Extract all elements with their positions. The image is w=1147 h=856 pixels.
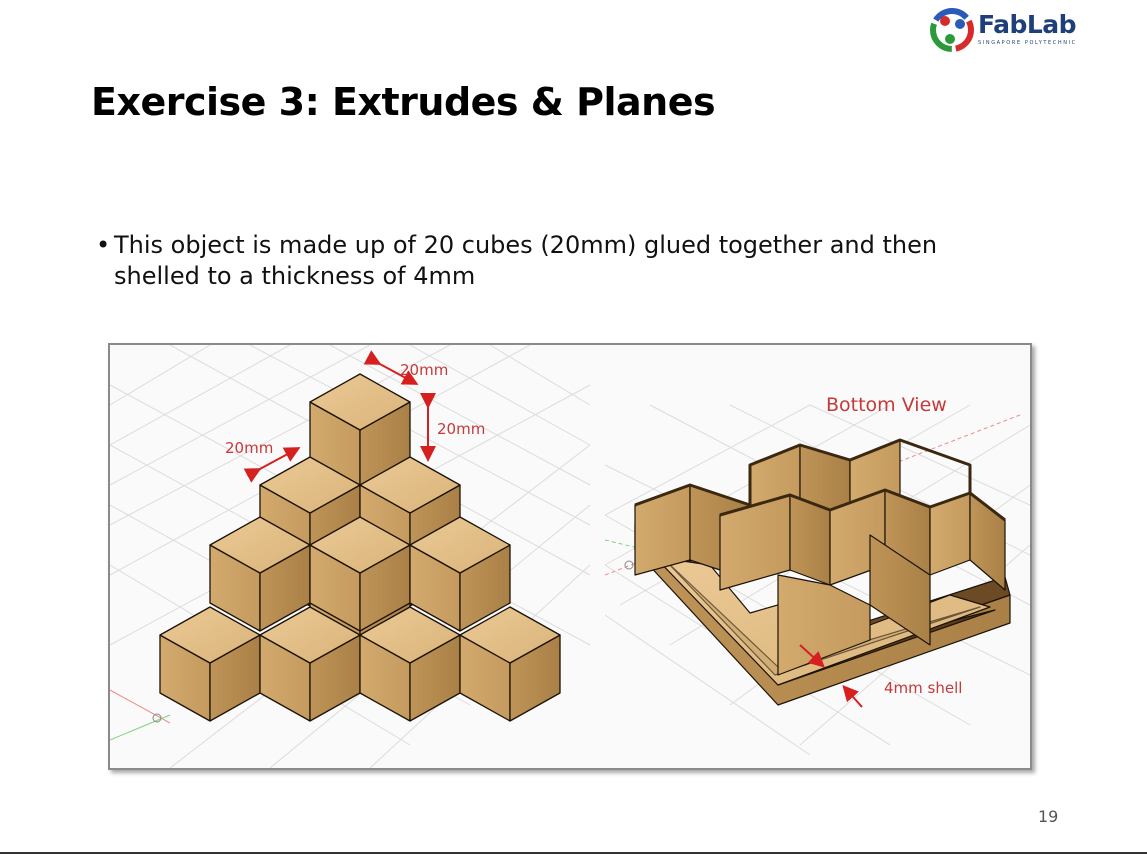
footer-rule xyxy=(0,852,1147,854)
shell-label: 4mm shell xyxy=(884,679,962,697)
fablab-logo: FabLab SINGAPORE POLYTECHNIC xyxy=(930,8,1080,52)
logo-name: FabLab xyxy=(978,10,1077,39)
slide-title: Exercise 3: Extrudes & Planes xyxy=(91,80,716,124)
fablab-logo-icon xyxy=(930,8,974,52)
cube xyxy=(459,606,561,722)
logo-subtitle: SINGAPORE POLYTECHNIC xyxy=(978,40,1077,46)
shelled-object xyxy=(634,438,1011,706)
bullet-text: This object is made up of 20 cubes (20mm… xyxy=(114,231,938,290)
dim-label-top: 20mm xyxy=(400,361,448,379)
bottom-view-label: Bottom View xyxy=(826,394,947,416)
cad-illustration: 20mm 20mm 20mm Bottom View 4mm shell xyxy=(110,345,1030,768)
cad-figure: 20mm 20mm 20mm Bottom View 4mm shell xyxy=(108,343,1032,770)
cube xyxy=(159,606,261,722)
dim-label-left: 20mm xyxy=(225,439,273,457)
page-number: 19 xyxy=(1038,807,1059,826)
bullet-marker: • xyxy=(96,231,111,259)
dim-label-height: 20mm xyxy=(437,420,485,438)
